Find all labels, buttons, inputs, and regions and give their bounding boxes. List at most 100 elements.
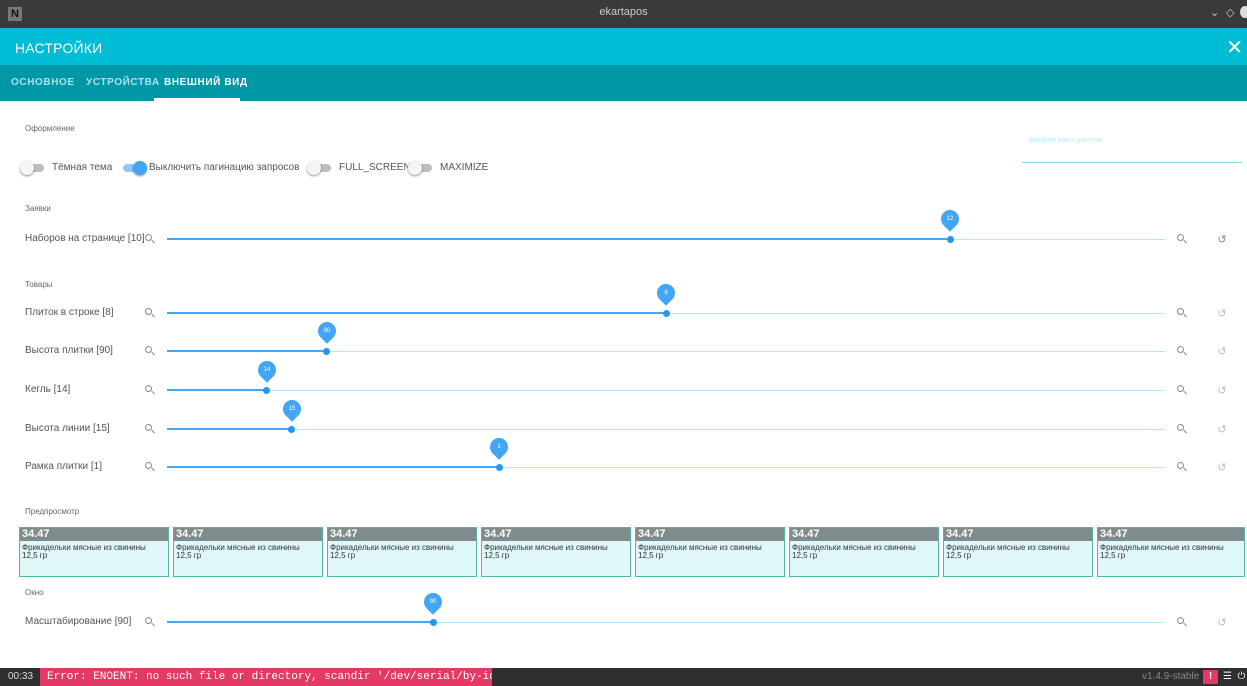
error-message[interactable]: Error: ENOENT: no such file or directory…: [40, 668, 492, 686]
slider-row: Высота плитки [90] 90 ↺: [0, 318, 1247, 362]
zoom-out-icon[interactable]: [145, 346, 155, 356]
slider-fill: [167, 238, 951, 240]
slider-value: 15: [288, 406, 296, 412]
slider-row: Наборов на странице [10] 12 ↺: [0, 206, 1247, 250]
slider-fill: [167, 466, 500, 468]
zoom-in-icon[interactable]: [1177, 385, 1187, 395]
zoom-out-icon[interactable]: [145, 462, 155, 472]
zoom-out-icon[interactable]: [145, 424, 155, 434]
slider-value: 8: [664, 290, 668, 296]
slider-label: Кегль [14]: [25, 384, 71, 395]
reset-icon[interactable]: ↺: [1216, 234, 1228, 246]
slider-row: Рамка плитки [1] 1 ↺: [0, 434, 1247, 478]
warning-icon[interactable]: !: [1203, 670, 1218, 684]
zoom-in-icon[interactable]: [1177, 234, 1187, 244]
slider-fill: [167, 621, 434, 623]
tile-weight: 12,5 гр: [946, 551, 972, 560]
close-icon[interactable]: ✕: [1226, 35, 1243, 60]
tab-appearance[interactable]: ВНЕШНИЙ ВИД: [164, 77, 248, 88]
tab-bar: ОСНОВНОЕ УСТРОЙСТВА ВНЕШНИЙ ВИД Введите …: [0, 65, 1247, 163]
reset-icon[interactable]: ↺: [1216, 385, 1228, 397]
reset-icon[interactable]: ↺: [1216, 308, 1228, 320]
slider-thumb[interactable]: 14: [254, 357, 280, 394]
reset-icon[interactable]: ↺: [1216, 462, 1228, 474]
zoom-in-icon[interactable]: [1177, 462, 1187, 472]
access-key-input[interactable]: ····: [1030, 146, 1047, 157]
section-goods: Товары: [25, 280, 53, 289]
reset-icon[interactable]: ↺: [1216, 424, 1228, 436]
preview-tile: 34.47 Фрикадельки мясные из свинины 12,5…: [481, 527, 631, 577]
slider-thumb[interactable]: 90: [313, 318, 340, 355]
tile-weight: 12,5 гр: [1100, 551, 1126, 560]
page-title: НАСТРОЙКИ: [15, 40, 103, 56]
tile-weight: 12,5 гр: [484, 551, 510, 560]
slider-thumb[interactable]: 8: [653, 280, 679, 317]
window-titlebar: N ekartapos ⌄ ◇: [0, 0, 1247, 28]
slider-row: Кегль [14] 14 ↺: [0, 357, 1247, 401]
preview-tile: 34.47 Фрикадельки мясные из свинины 12,5…: [327, 527, 477, 577]
slider-value-pin: 15: [279, 396, 305, 422]
preview-tile: 34.47 Фрикадельки мясные из свинины 12,5…: [789, 527, 939, 577]
slider-value-pin: 90: [313, 318, 340, 344]
slider-row: Плиток в строке [8] 8 ↺: [0, 280, 1247, 324]
clear-icon[interactable]: ✕: [1231, 141, 1242, 157]
slider-value: 14: [263, 367, 271, 373]
tile-weight: 12,5 гр: [792, 551, 818, 560]
zoom-out-icon[interactable]: [145, 617, 155, 627]
slider-value: 90: [323, 328, 331, 334]
tile-weight: 12,5 гр: [638, 551, 664, 560]
slider-value: 12: [947, 216, 954, 222]
slider-thumb[interactable]: 12: [937, 206, 964, 243]
toggle-label: MAXIMIZE: [440, 162, 489, 173]
settings-header: НАСТРОЙКИ ✕: [0, 28, 1247, 65]
minimize-icon[interactable]: ⌄: [1210, 6, 1219, 19]
zoom-out-icon[interactable]: [145, 234, 155, 244]
maximize-icon[interactable]: ◇: [1226, 6, 1234, 19]
slider-thumb[interactable]: 1: [486, 434, 513, 471]
access-key-field[interactable]: Введите ключ доступа ···· ✕: [1022, 133, 1242, 163]
slider-track[interactable]: [167, 429, 1165, 430]
tab-devices[interactable]: УСТРОЙСТВА: [86, 77, 160, 88]
slider-fill: [167, 389, 267, 391]
access-key-underline: [1022, 162, 1242, 163]
tab-main[interactable]: ОСНОВНОЕ: [11, 77, 75, 88]
zoom-in-icon[interactable]: [1177, 308, 1187, 318]
zoom-in-icon[interactable]: [1177, 346, 1187, 356]
status-time: 00:33: [8, 671, 34, 682]
section-appearance: Оформление: [25, 124, 75, 133]
preview-tile: 34.47 Фрикадельки мясные из свинины 12,5…: [635, 527, 785, 577]
app-version: v1.4.9-stable: [1142, 671, 1200, 682]
zoom-in-icon[interactable]: [1177, 617, 1187, 627]
window-title: ekartapos: [599, 6, 648, 18]
menu-icon[interactable]: ☰: [1222, 671, 1233, 682]
toggle-knob: [20, 161, 34, 175]
reset-icon[interactable]: ↺: [1216, 617, 1228, 629]
slider-thumb[interactable]: 90: [420, 589, 447, 626]
toggle-knob: [307, 161, 321, 175]
zoom-out-icon[interactable]: [145, 385, 155, 395]
reset-icon[interactable]: ↺: [1216, 346, 1228, 358]
tile-price: 34.47: [482, 528, 630, 541]
slider-value: 90: [430, 599, 437, 605]
zoom-out-icon[interactable]: [145, 308, 155, 318]
tile-price: 34.47: [790, 528, 938, 541]
active-tab-indicator: [154, 98, 240, 101]
slider-track[interactable]: [167, 390, 1165, 391]
power-icon[interactable]: ⏻: [1236, 671, 1247, 682]
slider-row: Масштабирование [90] 90 ↺: [0, 589, 1247, 633]
slider-value-pin: 8: [653, 280, 679, 306]
preview-tile: 34.47 Фрикадельки мясные из свинины 12,5…: [19, 527, 169, 577]
zoom-in-icon[interactable]: [1177, 424, 1187, 434]
slider-label: Рамка плитки [1]: [25, 461, 102, 472]
slider-label: Плиток в строке [8]: [25, 307, 114, 318]
slider-label: Высота линии [15]: [25, 423, 110, 434]
section-window: Окно: [25, 588, 44, 597]
tile-price: 34.47: [328, 528, 476, 541]
window-close-icon[interactable]: [1240, 6, 1247, 18]
slider-value-pin: 90: [420, 589, 447, 615]
slider-thumb[interactable]: 15: [279, 396, 305, 433]
status-bar: 00:33 Error: ENOENT: no such file or dir…: [0, 668, 1247, 686]
slider-label: Высота плитки [90]: [25, 345, 113, 356]
toggle-label: Тёмная тема: [52, 162, 113, 173]
slider-value: 1: [497, 444, 501, 450]
